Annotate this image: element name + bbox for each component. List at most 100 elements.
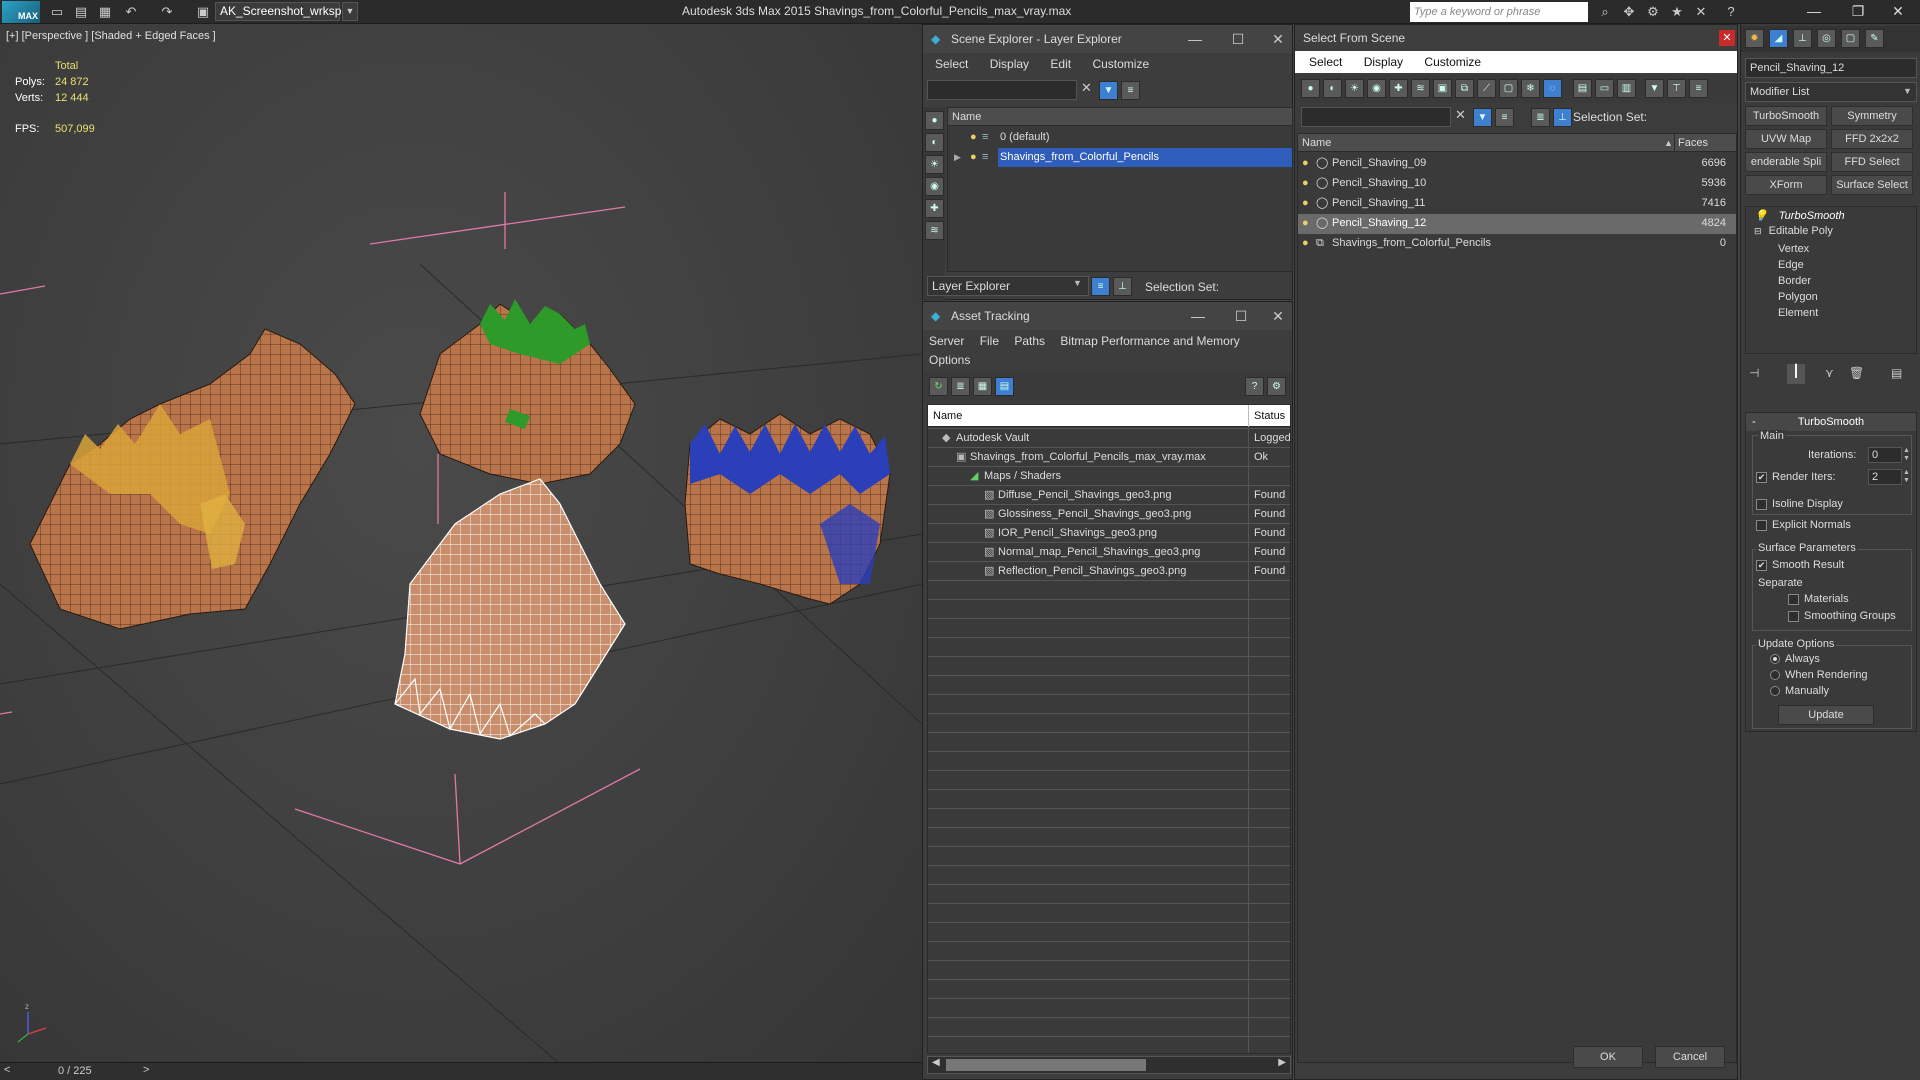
layer-icon[interactable]: ≡ xyxy=(1495,108,1514,127)
maximize-icon[interactable]: ☐ xyxy=(1226,302,1256,330)
asset-row[interactable]: ▧ Reflection_Pencil_Shavings_geo3.png Foun… xyxy=(928,562,1290,581)
menu-options[interactable]: Options xyxy=(929,353,970,367)
shape-icon[interactable]: ◐ xyxy=(925,133,944,152)
object-row[interactable]: ● ⧉ Shavings_from_Colorful_Pencils 0 xyxy=(1298,234,1736,254)
scene-explorer-titlebar[interactable]: ◆ Scene Explorer - Layer Explorer — ☐ ✕ xyxy=(923,25,1292,53)
expand-arrow-icon[interactable]: ▶ xyxy=(954,148,961,167)
stack-item-editable-poly[interactable]: ⊟ Editable Poly xyxy=(1754,225,1833,237)
hierarchy-icon[interactable]: ⊥ xyxy=(1113,277,1132,296)
menu-display[interactable]: Display xyxy=(990,57,1029,71)
spinner-arrows-icon[interactable]: ▲ ▼ xyxy=(1903,447,1910,463)
close-icon[interactable]: ✕ xyxy=(1876,0,1920,24)
object-search-input[interactable] xyxy=(1301,107,1451,127)
turbosmooth-button[interactable]: TurboSmooth xyxy=(1745,106,1827,126)
layer-row-shavings[interactable]: ▶ ● ≡ Shavings_from_Colorful_Pencils xyxy=(948,148,1292,167)
update-button[interactable]: Update xyxy=(1778,705,1874,725)
redo-icon[interactable]: ↷ xyxy=(158,3,176,21)
thumbnail-view-icon[interactable]: ▦ xyxy=(973,377,992,396)
asset-row[interactable]: ▧ Normal_map_Pencil_Shavings_geo3.png Foun… xyxy=(928,543,1290,562)
group-filter-icon[interactable]: ▣ xyxy=(1433,79,1452,98)
chevron-down-icon[interactable]: ▼ xyxy=(1073,278,1082,288)
sub-object-edge[interactable]: Edge xyxy=(1778,257,1818,273)
menu-file[interactable]: File xyxy=(980,334,999,348)
menu-customize[interactable]: Customize xyxy=(1092,57,1149,71)
layer-manager-icon[interactable]: ≡ xyxy=(1091,277,1110,296)
menu-display[interactable]: Display xyxy=(1364,55,1403,69)
make-unique-icon[interactable]: ⋎ xyxy=(1825,366,1834,380)
ok-button[interactable]: OK xyxy=(1573,1046,1643,1068)
layer-column-name[interactable]: Name xyxy=(948,108,1292,126)
select-none-icon[interactable]: ▭ xyxy=(1595,79,1614,98)
ffd-2x2x2-button[interactable]: FFD 2x2x2 xyxy=(1831,129,1913,149)
update-manually-row[interactable]: Manually xyxy=(1770,685,1829,697)
close-icon[interactable]: ✕ xyxy=(1263,25,1293,53)
options-icon[interactable]: ≡ xyxy=(1689,79,1708,98)
sub-object-element[interactable]: Element xyxy=(1778,305,1818,321)
spacewarp-filter-icon[interactable]: ≋ xyxy=(1411,79,1430,98)
modifier-list-dropdown[interactable]: Modifier List xyxy=(1745,82,1917,102)
object-name-field[interactable]: Pencil_Shaving_12 xyxy=(1745,58,1917,78)
list-view-icon[interactable]: ≣ xyxy=(951,377,970,396)
show-end-result-icon[interactable]: ┃ xyxy=(1787,364,1805,384)
layer-options-icon[interactable]: ≡ xyxy=(1121,81,1140,100)
smooth-result-row[interactable]: ✔ Smooth Result xyxy=(1756,559,1844,571)
explicit-normals-checkbox[interactable] xyxy=(1756,519,1767,531)
uvw-map-button[interactable]: UVW Map xyxy=(1745,129,1827,149)
lightbulb-icon[interactable]: ● xyxy=(970,128,977,147)
minimize-icon[interactable]: — xyxy=(1792,0,1836,24)
close-icon[interactable]: ✕ xyxy=(1719,30,1735,46)
remove-modifier-icon[interactable]: 🗑 xyxy=(1849,366,1864,380)
render-iters-row[interactable]: ✔ Render Iters: xyxy=(1756,471,1836,483)
update-manually-radio[interactable] xyxy=(1770,686,1780,697)
binoculars-icon[interactable]: ⌕ xyxy=(1596,3,1614,21)
menu-paths[interactable]: Paths xyxy=(1014,334,1045,348)
connect-icon[interactable]: ⚙ xyxy=(1644,3,1662,21)
asset-row[interactable]: ◢ Maps / Shaders xyxy=(928,467,1290,486)
update-when-rendering-row[interactable]: When Rendering xyxy=(1770,669,1868,681)
light-icon[interactable]: ☀ xyxy=(925,155,944,174)
asset-tracking-titlebar[interactable]: ◆ Asset Tracking — ☐ ✕ xyxy=(923,302,1292,330)
restore-icon[interactable]: ❐ xyxy=(1836,0,1880,24)
cancel-button[interactable]: Cancel xyxy=(1655,1046,1725,1068)
minimize-icon[interactable]: — xyxy=(1183,302,1213,330)
close-icon[interactable]: ✕ xyxy=(1263,302,1293,330)
rollout-header[interactable]: - TurboSmooth xyxy=(1746,413,1916,431)
bone-filter-icon[interactable]: ⟋ xyxy=(1477,79,1496,98)
light-filter-icon[interactable]: ☀ xyxy=(1345,79,1364,98)
layer-row-default[interactable]: ● ≡ 0 (default) xyxy=(948,128,1292,147)
save-file-icon[interactable]: ▦ xyxy=(96,3,114,21)
sort-up-icon[interactable]: ▲ xyxy=(1664,134,1673,152)
workspace-selector[interactable]: AK_Screenshot_wrksp xyxy=(215,2,341,21)
camera-icon[interactable]: ◉ xyxy=(925,177,944,196)
scroll-right-icon[interactable]: ▶ xyxy=(1278,1057,1286,1068)
sub-object-polygon[interactable]: Polygon xyxy=(1778,289,1818,305)
render-iters-spinner[interactable]: 2 xyxy=(1868,469,1902,485)
scroll-left-icon[interactable]: ◀ xyxy=(932,1057,940,1068)
shape-filter-icon[interactable]: ◐ xyxy=(1323,79,1342,98)
column-name[interactable]: Name xyxy=(1302,134,1331,152)
layer-options-icon[interactable]: ≣ xyxy=(1531,108,1550,127)
clear-search-icon[interactable]: ✕ xyxy=(1455,107,1466,123)
filter-icon[interactable]: ▼ xyxy=(1473,108,1492,127)
object-row[interactable]: ● ◯ Pencil_Shaving_09 6696 xyxy=(1298,154,1736,174)
menu-edit[interactable]: Edit xyxy=(1050,57,1071,71)
sub-object-border[interactable]: Border xyxy=(1778,273,1818,289)
materials-row[interactable]: Materials xyxy=(1788,593,1849,605)
next-frame-icon[interactable]: > xyxy=(143,1064,149,1076)
asset-row[interactable]: ▧ IOR_Pencil_Shavings_geo3.png Found xyxy=(928,524,1290,543)
minimize-icon[interactable]: — xyxy=(1180,25,1210,53)
pin-stack-icon[interactable]: ⊣ xyxy=(1749,366,1759,380)
object-row[interactable]: ● ◯ Pencil_Shaving_11 7416 xyxy=(1298,194,1736,214)
asset-row[interactable]: ◆ Autodesk Vault Logged xyxy=(928,429,1290,448)
motion-tab-icon[interactable]: ◎ xyxy=(1817,29,1836,48)
smooth-result-checkbox[interactable]: ✔ xyxy=(1756,559,1767,571)
undo-icon[interactable]: ↶ xyxy=(122,3,140,21)
menu-customize[interactable]: Customize xyxy=(1424,55,1481,69)
render-iters-checkbox[interactable]: ✔ xyxy=(1756,471,1767,483)
lightbulb-icon[interactable]: ● xyxy=(1302,214,1309,233)
open-file-icon[interactable]: ▤ xyxy=(72,3,90,21)
hierarchy-icon[interactable]: ⊥ xyxy=(1553,108,1572,127)
helper-icon[interactable]: ✚ xyxy=(925,199,944,218)
new-file-icon[interactable]: ▭ xyxy=(48,3,66,21)
refresh-icon[interactable]: ↻ xyxy=(929,377,948,396)
